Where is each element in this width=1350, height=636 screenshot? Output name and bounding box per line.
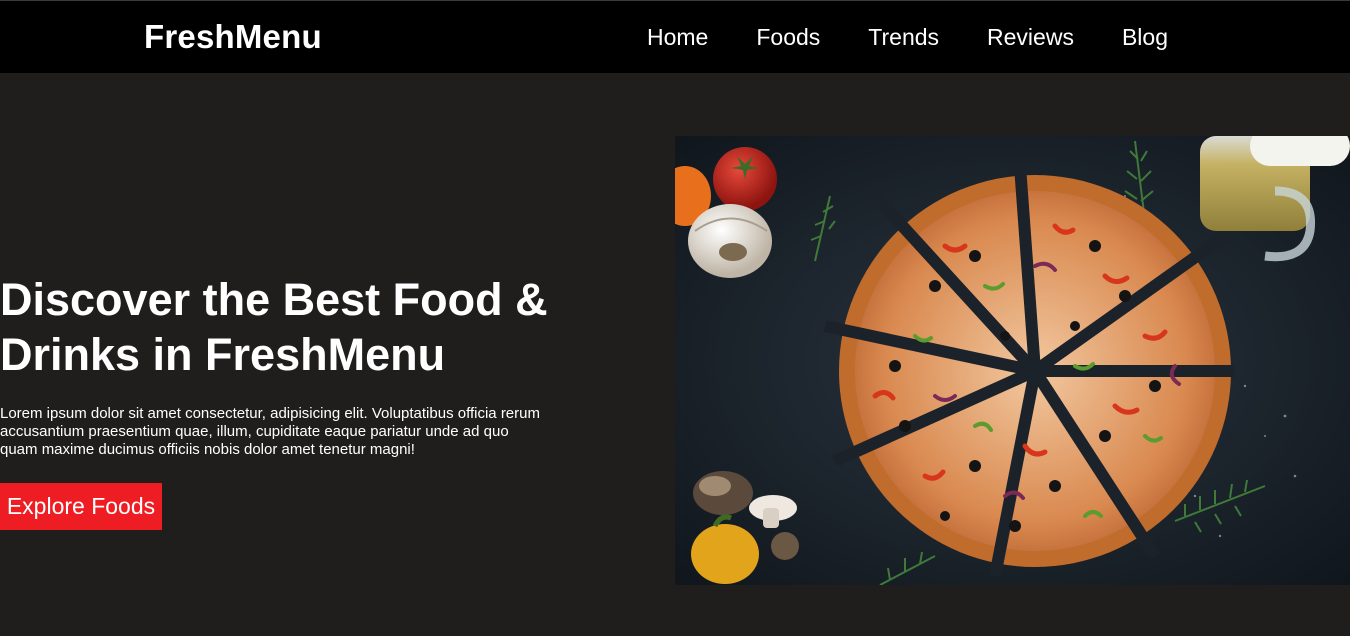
tomato-icon (713, 147, 777, 211)
nav-link-reviews[interactable]: Reviews (987, 23, 1074, 51)
hero-title: Discover the Best Food & Drinks in Fresh… (0, 274, 548, 380)
nav-link-foods[interactable]: Foods (756, 23, 820, 51)
nav-link-trends[interactable]: Trends (868, 23, 939, 51)
nav-links: Home Foods Trends Reviews Blog (647, 23, 1168, 51)
nav-link-home[interactable]: Home (647, 23, 708, 51)
garlic-icon (688, 204, 772, 278)
navbar: FreshMenu Home Foods Trends Reviews Blog (0, 0, 1350, 73)
brand-logo[interactable]: FreshMenu (144, 17, 322, 57)
hero-description: Lorem ipsum dolor sit amet consectetur, … (0, 405, 540, 458)
explore-foods-button[interactable]: Explore Foods (0, 483, 162, 530)
hero-pizza-image (675, 136, 1350, 585)
nav-link-blog[interactable]: Blog (1122, 23, 1168, 51)
